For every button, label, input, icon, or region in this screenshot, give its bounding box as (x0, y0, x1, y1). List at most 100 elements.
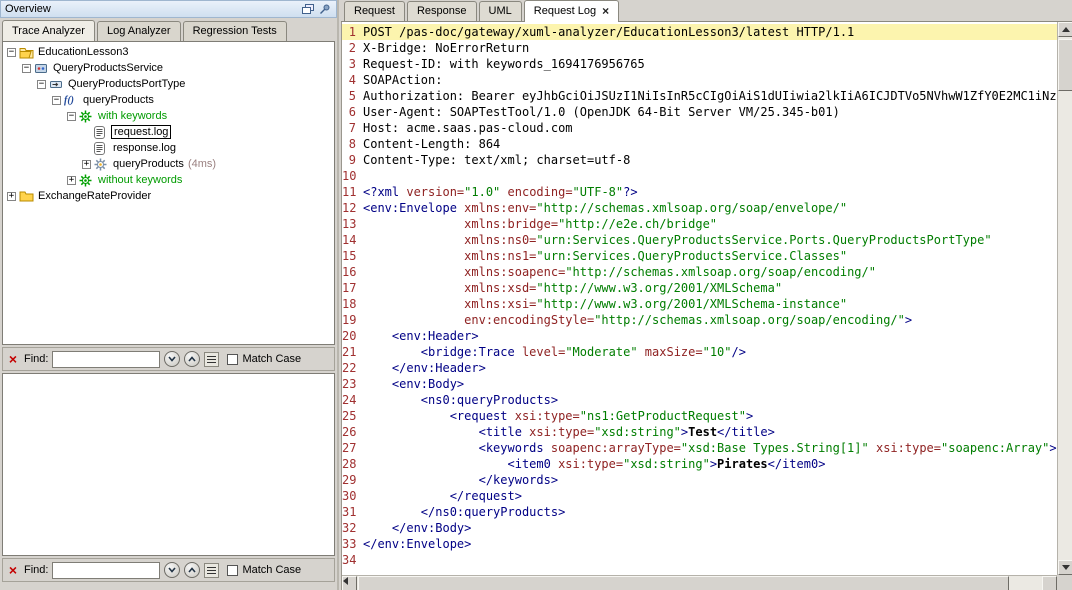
tree-item-label: without keywords (96, 174, 184, 186)
tree-item-label: QueryProductsService (51, 62, 165, 74)
line-number: 13 (342, 216, 363, 232)
tree-item-label: queryProducts (81, 94, 156, 106)
collapse-toggle-icon[interactable]: − (67, 112, 76, 121)
tree-item-request-log[interactable]: request.log (3, 124, 334, 140)
code-line: 34 (342, 552, 1057, 568)
tree-item-without-keywords[interactable]: + without keywords (3, 172, 334, 188)
code-line: 22 </env:Header> (342, 360, 1057, 376)
tree-item-label: EducationLesson3 (36, 46, 131, 58)
code-line: 16 xmlns:soapenc="http://schemas.xmlsoap… (342, 264, 1057, 280)
close-find-icon[interactable]: × (6, 563, 20, 577)
tab-response[interactable]: Response (407, 1, 477, 21)
vertical-scrollbar[interactable] (1057, 22, 1072, 575)
code-line: 25 <request xsi:type="ns1:GetProductRequ… (342, 408, 1057, 424)
tree-item-educationlesson3[interactable]: − EducationLesson3 (3, 44, 334, 60)
scroll-left-icon[interactable] (342, 576, 357, 590)
code-line: 14 xmlns:ns0="urn:Services.QueryProducts… (342, 232, 1057, 248)
test-case-icon (79, 174, 96, 187)
tree-item-exchangerateprovider[interactable]: +ExchangeRateProvider (3, 188, 334, 204)
tab-trace-analyzer[interactable]: Trace Analyzer (2, 20, 95, 41)
pin-icon[interactable] (318, 3, 332, 15)
vertical-scroll-thumb[interactable] (1058, 39, 1072, 91)
expand-toggle-icon[interactable]: + (82, 160, 91, 169)
line-number: 8 (342, 136, 363, 152)
code-line: 12<env:Envelope xmlns:env="http://schema… (342, 200, 1057, 216)
tree-item-queryproductsservice[interactable]: − QueryProductsService (3, 60, 334, 76)
tree-item-response-log[interactable]: response.log (3, 140, 334, 156)
code-line: 6User-Agent: SOAPTestTool/1.0 (OpenJDK 6… (342, 104, 1057, 120)
line-number: 6 (342, 104, 363, 120)
line-number: 28 (342, 456, 363, 472)
code-line: 9Content-Type: text/xml; charset=utf-8 (342, 152, 1057, 168)
close-find-icon[interactable]: × (6, 352, 20, 366)
expand-toggle-icon[interactable]: + (7, 192, 16, 201)
tab-uml[interactable]: UML (479, 1, 522, 21)
code-line: 28 <item0 xsi:type="xsd:string">Pirates<… (342, 456, 1057, 472)
line-number: 27 (342, 440, 363, 456)
tab-request[interactable]: Request (344, 1, 405, 21)
line-number: 22 (342, 360, 363, 376)
match-case-checkbox[interactable] (227, 565, 238, 576)
code-line: 10 (342, 168, 1057, 184)
find-label: Find: (24, 353, 48, 365)
find-options-icon[interactable] (204, 563, 219, 578)
editor-tab-bar: Request Response UMLRequest Log× (341, 0, 1072, 22)
code-line: 15 xmlns:ns1="urn:Services.QueryProducts… (342, 248, 1057, 264)
collapse-toggle-icon[interactable]: − (37, 80, 46, 89)
scroll-up-icon[interactable] (1058, 22, 1072, 37)
line-number: 12 (342, 200, 363, 216)
line-number: 30 (342, 488, 363, 504)
code-line: 4SOAPAction: (342, 72, 1057, 88)
results-empty-panel (2, 373, 335, 556)
code-line: 26 <title xsi:type="xsd:string">Test</ti… (342, 424, 1057, 440)
tree-item-with-keywords[interactable]: − with keywords (3, 108, 334, 124)
tree-item-queryproducts[interactable]: −f()queryProducts (3, 92, 334, 108)
overview-titlebar: Overview (0, 0, 337, 18)
code-view[interactable]: 1POST /pas-doc/gateway/xuml-analyzer/Edu… (342, 22, 1057, 575)
code-line: 33</env:Envelope> (342, 536, 1057, 552)
float-window-icon[interactable] (301, 3, 315, 15)
line-number: 31 (342, 504, 363, 520)
expand-toggle-icon[interactable]: + (67, 176, 76, 185)
code-line: 23 <env:Body> (342, 376, 1057, 392)
find-prev-button[interactable] (184, 351, 200, 367)
find-next-button[interactable] (164, 562, 180, 578)
line-number: 5 (342, 88, 363, 104)
find-prev-button[interactable] (184, 562, 200, 578)
find-input[interactable] (52, 562, 160, 579)
line-number: 25 (342, 408, 363, 424)
code-line: 17 xmlns:xsd="http://www.w3.org/2001/XML… (342, 280, 1057, 296)
tree-item-queryproducts[interactable]: +queryProducts(4ms) (3, 156, 334, 172)
code-line: 20 <env:Header> (342, 328, 1057, 344)
tab-request-log[interactable]: Request Log× (524, 0, 619, 22)
code-line: 1POST /pas-doc/gateway/xuml-analyzer/Edu… (342, 24, 1057, 40)
request-log-viewer: 1POST /pas-doc/gateway/xuml-analyzer/Edu… (341, 22, 1072, 590)
match-case-checkbox[interactable] (227, 354, 238, 365)
find-options-icon[interactable] (204, 352, 219, 367)
close-tab-icon[interactable]: × (602, 6, 609, 16)
collapse-toggle-icon[interactable]: − (22, 64, 31, 73)
tab-log-analyzer[interactable]: Log Analyzer (97, 21, 181, 41)
line-number: 23 (342, 376, 363, 392)
app-window: Overview Trace AnalyzerLog AnalyzerRegre… (0, 0, 1072, 590)
tab-regression-tests[interactable]: Regression Tests (183, 21, 287, 41)
line-number: 34 (342, 552, 363, 568)
duration-badge: (4ms) (188, 158, 216, 170)
horizontal-scroll-thumb[interactable] (358, 576, 1009, 590)
match-case-label: Match Case (242, 353, 301, 365)
tab-label: Response (417, 5, 467, 17)
find-next-button[interactable] (164, 351, 180, 367)
line-number: 17 (342, 280, 363, 296)
tree-item-queryproductsporttype[interactable]: −QueryProductsPortType (3, 76, 334, 92)
find-input[interactable] (52, 351, 160, 368)
horizontal-scrollbar[interactable] (342, 575, 1057, 590)
log-file-icon (94, 126, 111, 139)
scroll-down-icon[interactable] (1058, 560, 1072, 575)
editor-panel: Request Response UMLRequest Log× 1POST /pa… (341, 0, 1072, 590)
line-number: 15 (342, 248, 363, 264)
collapse-toggle-icon[interactable]: − (7, 48, 16, 57)
collapse-toggle-icon[interactable]: − (52, 96, 61, 105)
scroll-right-icon[interactable] (1042, 576, 1057, 590)
trace-analyzer-tree: −EducationLesson3−QueryProductsService−Q… (2, 41, 335, 345)
tree-item-label: with keywords (96, 110, 169, 122)
